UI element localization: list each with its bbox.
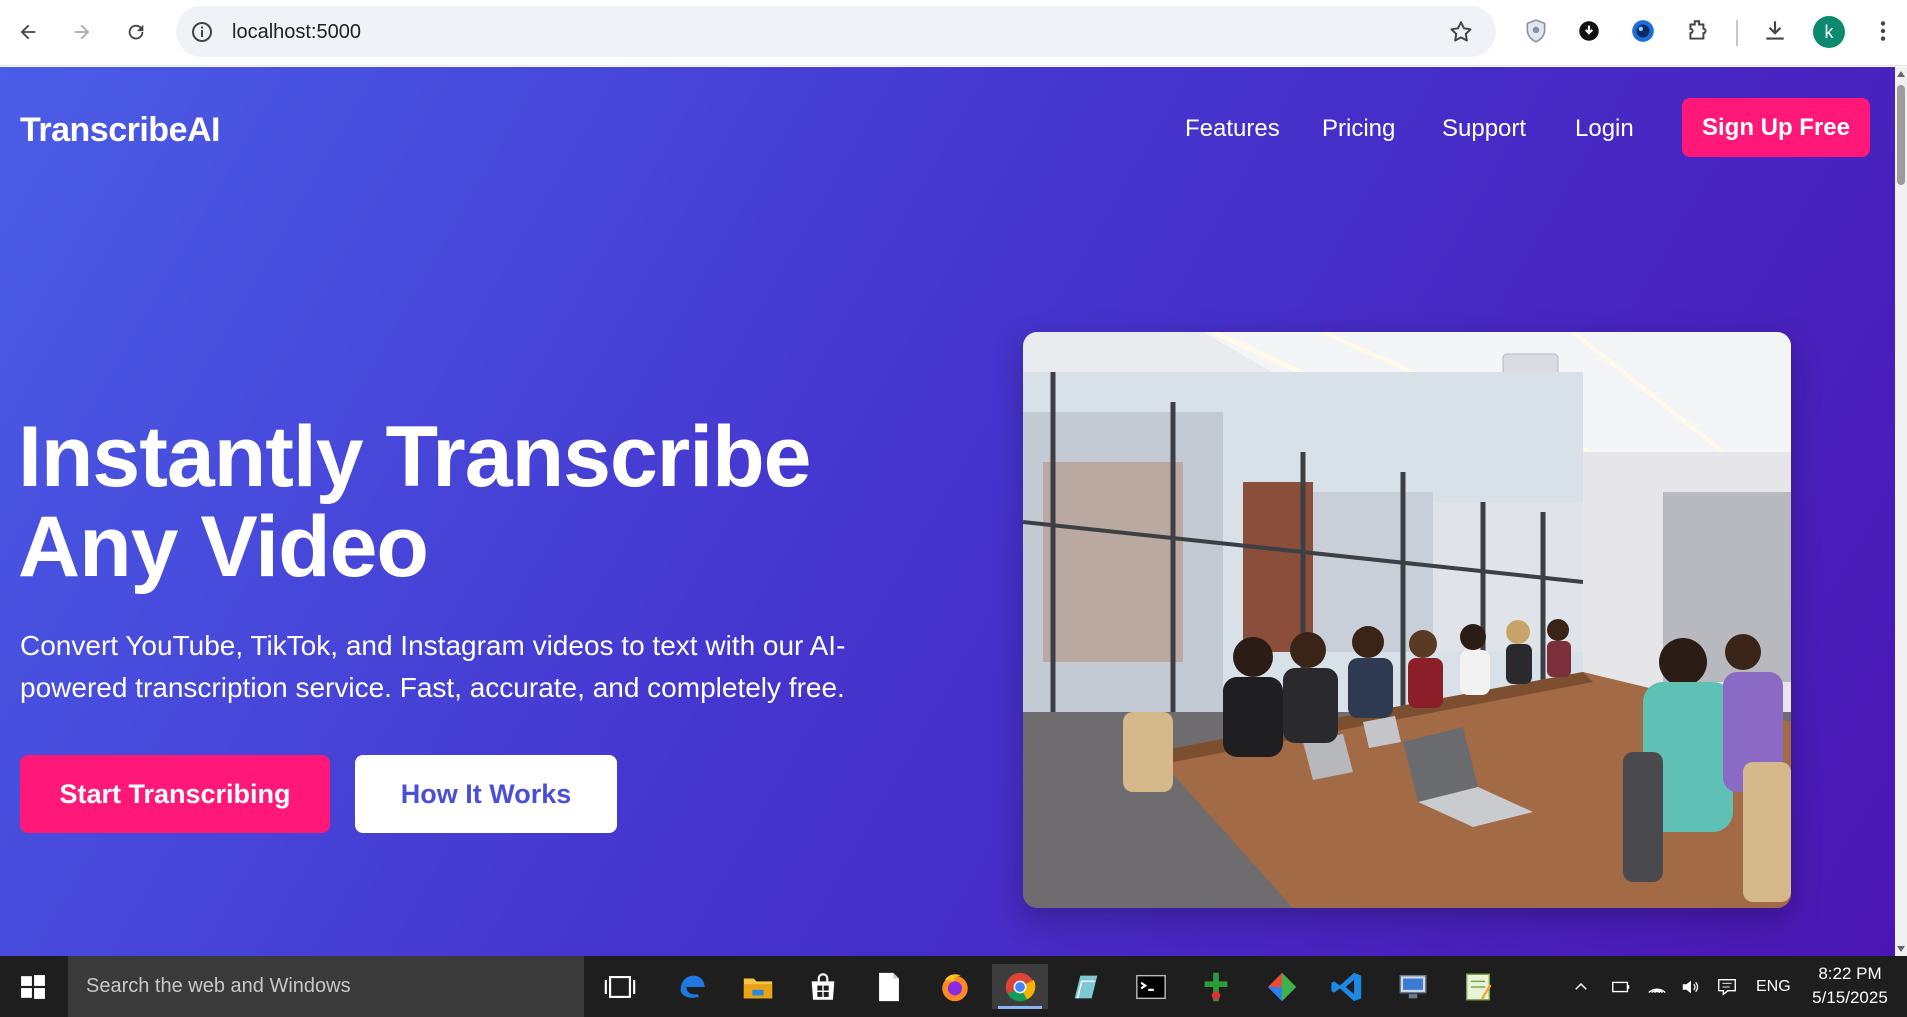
forward-button[interactable] <box>62 12 102 52</box>
site-logo[interactable]: TranscribeAI <box>20 111 220 150</box>
language-indicator[interactable]: ENG <box>1756 956 1791 1017</box>
signup-button[interactable]: Sign Up Free <box>1682 98 1870 157</box>
profile-avatar[interactable]: k <box>1813 16 1845 48</box>
start-transcribing-button[interactable]: Start Transcribing <box>20 755 330 833</box>
hero-subtitle: Convert YouTube, TikTok, and Instagram v… <box>20 625 920 709</box>
wifi-icon[interactable] <box>1646 956 1668 1017</box>
how-it-works-button[interactable]: How It Works <box>355 755 617 833</box>
sourcetree-diamond-icon[interactable] <box>1254 964 1310 1009</box>
nav-login[interactable]: Login <box>1575 115 1634 143</box>
nav-support[interactable]: Support <box>1442 115 1526 143</box>
windows-taskbar: Search the web and Windows ENG 8:22 PM 5… <box>0 956 1907 1017</box>
taskbar-search-input[interactable]: Search the web and Windows <box>68 956 584 1017</box>
page-scrollbar[interactable] <box>1895 67 1907 956</box>
forward-arrow-icon <box>74 24 90 40</box>
hero-subtitle-line-2: powered transcription service. Fast, acc… <box>20 672 845 703</box>
back-button[interactable] <box>8 12 48 52</box>
editor-notepad-icon[interactable] <box>1450 964 1506 1009</box>
terminal-icon[interactable] <box>1123 964 1179 1009</box>
firefox-icon[interactable] <box>927 964 983 1009</box>
notifications-icon[interactable] <box>1716 956 1738 1017</box>
kebab-menu-icon[interactable] <box>1868 16 1898 46</box>
volume-icon[interactable] <box>1680 956 1702 1017</box>
nav-features[interactable]: Features <box>1185 115 1280 143</box>
puzzle-extensions-icon[interactable] <box>1683 16 1713 46</box>
task-view-icon[interactable] <box>592 964 648 1009</box>
download-extension-icon[interactable] <box>1574 16 1604 46</box>
scroll-down-arrow-icon[interactable] <box>1897 946 1905 952</box>
hero-meeting-photo <box>1023 332 1791 908</box>
reload-icon <box>128 24 144 40</box>
back-arrow-icon <box>20 24 36 40</box>
hero-title-line-2: Any Video <box>18 499 429 595</box>
browser-toolbar: localhost:5000 k <box>0 0 1907 66</box>
toolbar-separator <box>1736 20 1738 46</box>
landing-page: TranscribeAI Features Pricing Support Lo… <box>0 67 1895 956</box>
site-info-icon[interactable] <box>190 20 214 44</box>
downloads-icon[interactable] <box>1760 16 1790 46</box>
remote-desktop-icon[interactable] <box>1385 964 1441 1009</box>
chevron-up-icon <box>1575 982 1587 990</box>
hero-title-line-1: Instantly Transcribe <box>18 409 812 505</box>
scroll-up-arrow-icon[interactable] <box>1897 71 1905 77</box>
reload-button[interactable] <box>116 12 156 52</box>
file-explorer-icon[interactable] <box>730 964 786 1009</box>
bookmark-star-icon[interactable] <box>1448 19 1474 45</box>
windows-logo-icon <box>21 974 45 999</box>
clock-time: 8:22 PM <box>1818 964 1882 983</box>
chrome-icon[interactable] <box>992 964 1048 1009</box>
git-gui-icon[interactable] <box>1188 964 1244 1009</box>
taskbar-clock[interactable]: 8:22 PM 5/15/2025 <box>1800 962 1900 1010</box>
hero-title: Instantly Transcribe Any Video <box>18 412 918 592</box>
start-button[interactable] <box>0 956 66 1017</box>
edge-browser-icon[interactable] <box>664 964 720 1009</box>
vscode-icon[interactable] <box>1319 964 1375 1009</box>
clock-date: 5/15/2025 <box>1812 988 1888 1007</box>
blue-circle-extension-icon[interactable] <box>1628 16 1658 46</box>
document-icon[interactable] <box>861 964 917 1009</box>
store-icon[interactable] <box>795 964 851 1009</box>
url-text[interactable]: localhost:5000 <box>232 21 361 44</box>
nav-pricing[interactable]: Pricing <box>1322 115 1395 143</box>
battery-icon[interactable] <box>1610 956 1632 1017</box>
notes-app-icon[interactable] <box>1058 964 1114 1009</box>
address-bar[interactable]: localhost:5000 <box>176 6 1496 57</box>
active-app-indicator <box>998 1006 1042 1009</box>
hero-subtitle-line-1: Convert YouTube, TikTok, and Instagram v… <box>20 630 846 661</box>
scrollbar-thumb[interactable] <box>1897 85 1905 185</box>
shield-extension-icon[interactable] <box>1521 16 1551 46</box>
show-hidden-icons[interactable] <box>1572 956 1590 1017</box>
